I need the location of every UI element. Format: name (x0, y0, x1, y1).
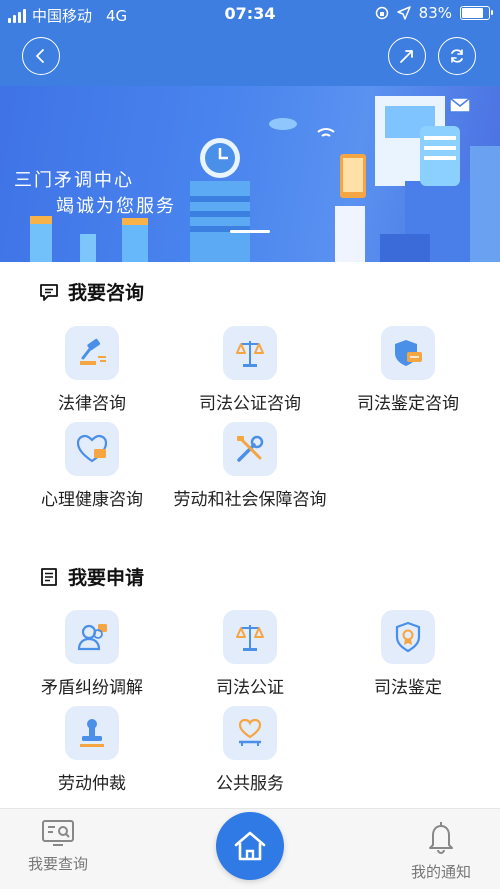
battery-icon (460, 6, 493, 20)
badge-shield-icon (395, 621, 421, 653)
tile-label: 劳动仲裁 (58, 774, 126, 794)
tile-label: 司法公证 (216, 678, 284, 698)
battery-percent: 83% (418, 4, 452, 22)
tile-forensic-consult[interactable]: 司法鉴定咨询 (328, 326, 488, 418)
tile-mediation[interactable]: 矛盾纠纷调解 (12, 610, 172, 702)
banner-title: 三门矛调中心 (14, 170, 134, 191)
tile-arbitration[interactable]: 劳动仲裁 (12, 706, 172, 798)
tile-forensic[interactable]: 司法鉴定 (328, 610, 488, 702)
tile-public-service[interactable]: 公共服务 (170, 706, 330, 798)
hero-banner[interactable]: 三门矛调中心 竭诚为您服务 (0, 86, 500, 262)
carousel-indicator (230, 230, 270, 233)
tile-label: 法律咨询 (58, 394, 126, 414)
apply-section-title: 我要申请 (38, 563, 144, 590)
tile-label: 矛盾纠纷调解 (41, 678, 143, 698)
tile-notary[interactable]: 司法公证 (170, 610, 330, 702)
back-button[interactable] (22, 37, 60, 75)
tile-mental-consult[interactable]: 心理健康咨询 (12, 422, 172, 514)
nav-query-label: 我要查询 (27, 855, 88, 873)
chevron-left-icon (36, 49, 44, 63)
tile-label: 司法公证咨询 (199, 394, 301, 414)
apply-title-text: 我要申请 (68, 567, 145, 589)
heart-icon (76, 434, 108, 463)
gavel-icon (80, 338, 106, 365)
tools-icon (237, 435, 264, 462)
tile-label: 司法鉴定 (374, 678, 442, 698)
location-icon (396, 6, 411, 20)
tile-legal-consult[interactable]: 法律咨询 (12, 326, 172, 418)
chat-icon (40, 283, 58, 301)
consult-title-text: 我要咨询 (68, 282, 145, 304)
nav-notify-label: 我的通知 (410, 863, 471, 881)
heart-hand-icon (238, 718, 262, 746)
rotation-lock-icon (375, 6, 388, 20)
scales-icon (236, 341, 264, 367)
scales-icon (236, 625, 264, 651)
users-icon (77, 624, 107, 651)
document-icon (41, 567, 57, 586)
tile-notary-consult[interactable]: 司法公证咨询 (170, 326, 330, 418)
bell-icon (429, 822, 453, 855)
home-button[interactable] (216, 812, 284, 880)
banner-subtitle: 竭诚为您服务 (56, 196, 176, 217)
share-icon (400, 50, 413, 63)
tile-labor-consult[interactable]: 劳动和社会保障咨询 (170, 422, 330, 514)
tile-label: 公共服务 (216, 774, 284, 794)
refresh-button[interactable] (438, 37, 476, 75)
share-button[interactable] (388, 37, 426, 75)
refresh-icon (451, 49, 463, 63)
search-document-icon (42, 820, 74, 846)
shield-card-icon (395, 340, 422, 366)
nav-query[interactable]: 我要查询 (22, 819, 94, 874)
home-icon (234, 831, 266, 861)
nav-notify[interactable]: 我的通知 (404, 819, 478, 882)
status-bar: 中国移动 4G 07:34 83% (0, 0, 500, 30)
stamp-icon (80, 719, 104, 747)
tile-label: 司法鉴定咨询 (357, 394, 459, 414)
app-header: 中国移动 4G 07:34 83% (0, 0, 500, 86)
consult-section-title: 我要咨询 (38, 278, 144, 305)
tile-label: 劳动和社会保障咨询 (173, 490, 327, 510)
tile-label: 心理健康咨询 (41, 490, 143, 510)
